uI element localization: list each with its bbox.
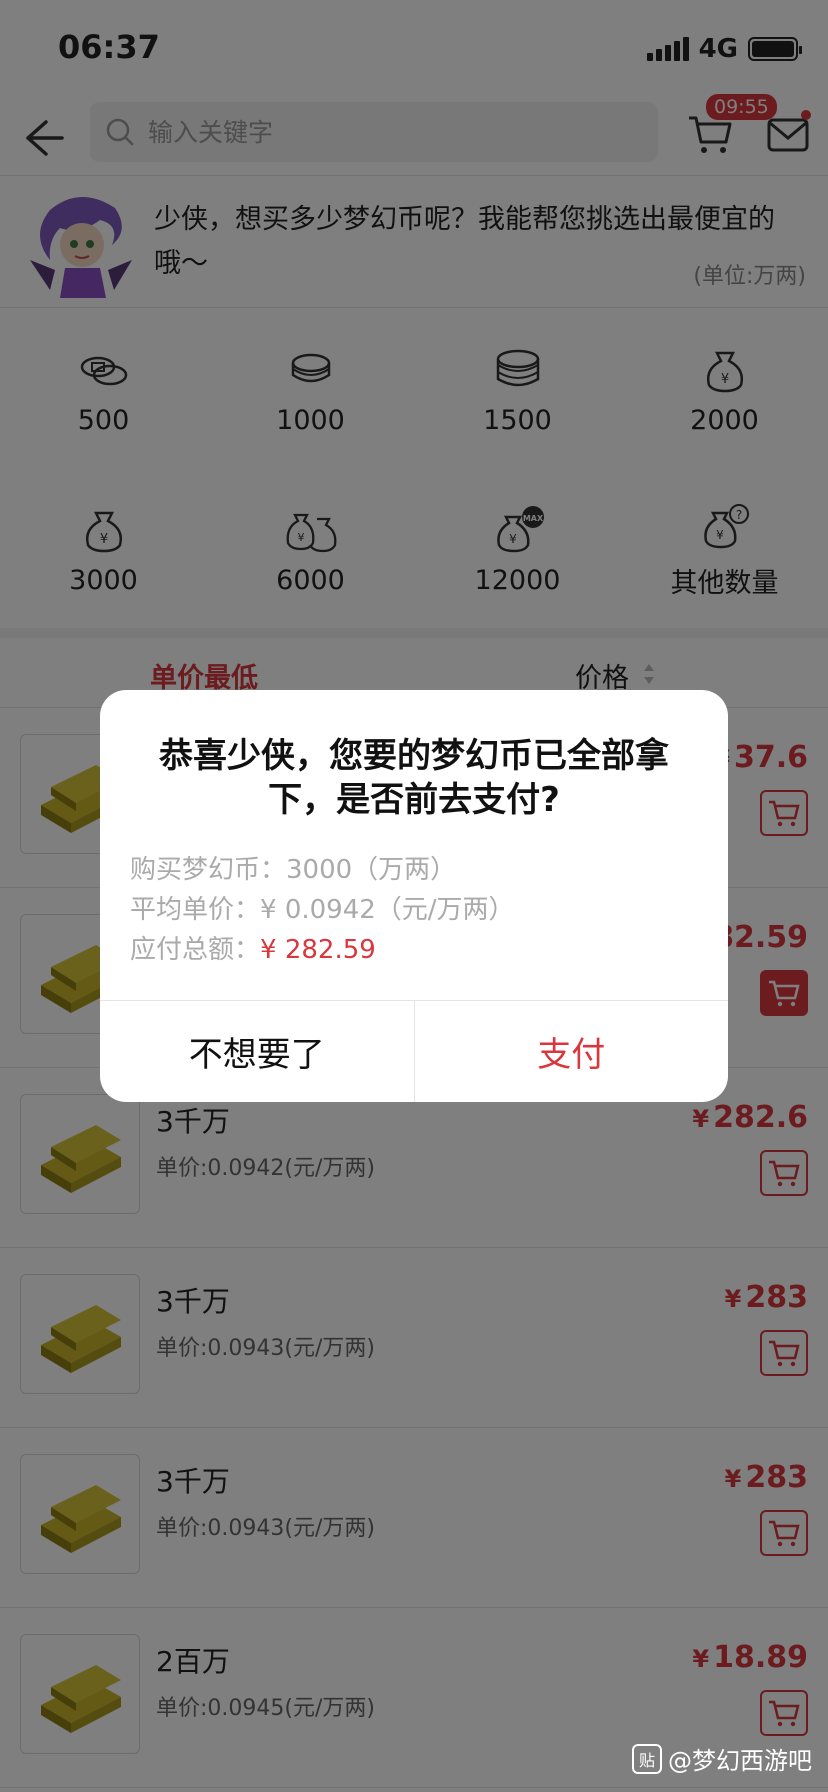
order-summary: 购买梦幻币：3000（万两） 平均单价：¥ 0.0942（元/万两） 应付总额：… <box>130 850 515 970</box>
total-row: 应付总额：¥ 282.59 <box>130 935 376 965</box>
cancel-button[interactable]: 不想要了 <box>100 1001 415 1102</box>
payment-confirm-dialog: 恭喜少侠，您要的梦幻币已全部拿下，是否前去支付? 购买梦幻币：3000（万两） … <box>100 690 728 1102</box>
avg-price-row: 平均单价：¥ 0.0942（元/万两） <box>130 895 515 925</box>
tieba-logo-icon: 贴 <box>632 1743 662 1774</box>
watermark: 贴 @梦幻西游吧 <box>632 1741 812 1776</box>
buy-amount-row: 购买梦幻币：3000（万两） <box>130 855 457 885</box>
dialog-title: 恭喜少侠，您要的梦幻币已全部拿下，是否前去支付? <box>159 736 669 820</box>
pay-button[interactable]: 支付 <box>415 1001 729 1102</box>
